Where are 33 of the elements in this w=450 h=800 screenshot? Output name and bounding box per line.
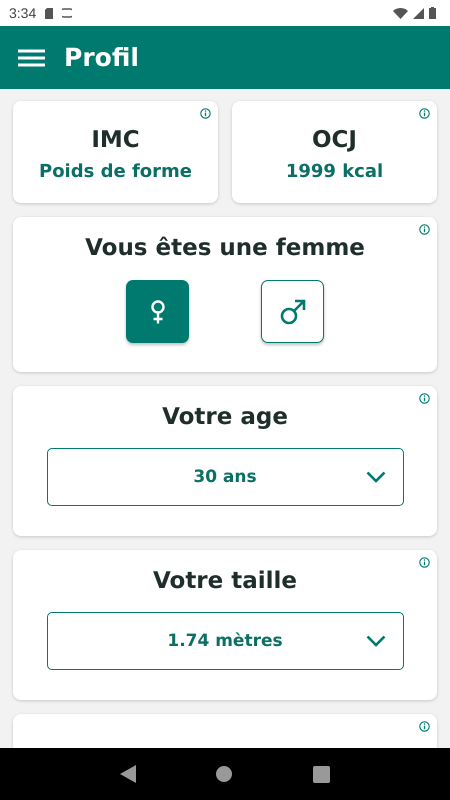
card-title: IMC xyxy=(91,126,140,152)
female-symbol-icon xyxy=(150,300,166,324)
chevron-down-icon xyxy=(366,471,386,483)
home-icon[interactable] xyxy=(216,766,232,782)
card-title: Vous êtes une femme xyxy=(85,235,365,261)
chevron-down-icon xyxy=(366,635,386,647)
info-icon[interactable] xyxy=(419,224,430,235)
recents-icon[interactable] xyxy=(312,766,330,782)
battery-icon xyxy=(429,7,436,19)
card-title: Votre age xyxy=(162,404,288,430)
wifi-icon xyxy=(393,8,408,18)
card-title: OCJ xyxy=(312,126,357,152)
summary-card[interactable]: OCJ 1999 kcal xyxy=(232,101,437,203)
info-icon[interactable] xyxy=(419,721,430,732)
dropdown-field[interactable]: 30 ans xyxy=(46,448,404,506)
sd-card-icon xyxy=(45,8,54,18)
app-title: Profil xyxy=(64,43,139,72)
card-title: Votre taille xyxy=(152,568,298,594)
male-button[interactable] xyxy=(261,280,324,343)
info-icon[interactable] xyxy=(419,557,430,568)
female-button[interactable] xyxy=(126,280,189,343)
signal-icon xyxy=(413,8,424,18)
card-value: 1999 kcal xyxy=(286,160,384,182)
info-icon[interactable] xyxy=(419,108,430,119)
info-icon[interactable] xyxy=(419,393,430,404)
card-value: Poids de forme xyxy=(39,160,192,182)
menu-icon[interactable] xyxy=(18,48,45,66)
summary-card[interactable]: IMC Poids de forme xyxy=(13,101,218,203)
dropdown-field[interactable]: 1.74 mètres xyxy=(46,612,404,670)
info-icon[interactable] xyxy=(200,108,211,119)
male-symbol-icon xyxy=(280,298,306,324)
back-icon[interactable] xyxy=(120,765,136,783)
status-time: 3:34 xyxy=(9,5,36,21)
